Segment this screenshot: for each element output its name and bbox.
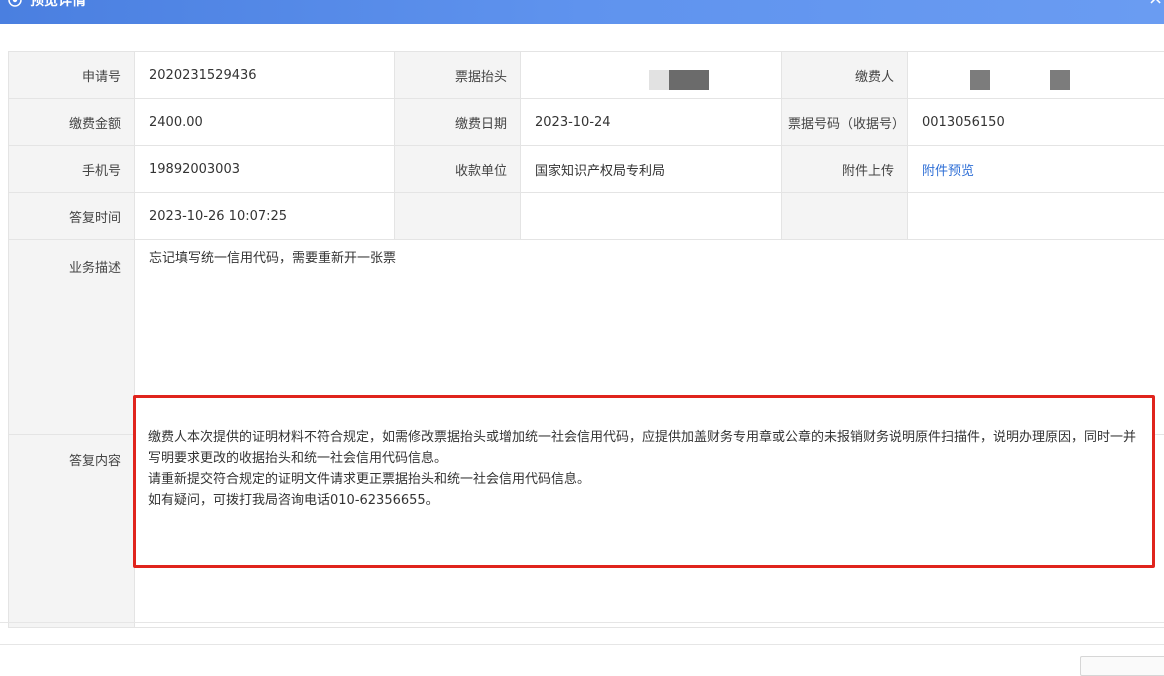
value-empty-1: [521, 193, 782, 240]
redacted-invoice-title: [649, 70, 709, 90]
redaction-block-payer-2: [1050, 70, 1070, 90]
value-receipt-no: 0013056150: [908, 99, 1164, 146]
value-invoice-title: [521, 52, 782, 99]
attachment-preview-link[interactable]: 附件预览: [922, 164, 974, 179]
form-row-payment: 缴费金额 2400.00 缴费日期 2023-10-24 票据号码（收据号） 0…: [9, 99, 1164, 146]
label-invoice-title: 票据抬头: [395, 52, 521, 99]
reply-line-1: 缴费人本次提供的证明材料不符合规定，如需修改票据抬头或增加统一社会信用代码，应提…: [148, 427, 1148, 469]
label-application-no: 申请号: [9, 52, 135, 99]
label-reply-content: 答复内容: [9, 435, 135, 628]
label-attachment: 附件上传: [782, 146, 908, 193]
dialog-title-bar: 预览详情 ×: [0, 0, 1164, 24]
label-receipt-no: 票据号码（收据号）: [782, 99, 908, 146]
value-phone: 19892003003: [135, 146, 395, 193]
value-payer: [908, 52, 1164, 99]
reply-content-text: 缴费人本次提供的证明材料不符合规定，如需修改票据抬头或增加统一社会信用代码，应提…: [148, 427, 1148, 511]
label-phone: 手机号: [9, 146, 135, 193]
form-row-application: 申请号 2020231529436 票据抬头 缴费人: [9, 52, 1164, 99]
label-reply-time: 答复时间: [9, 193, 135, 240]
redaction-block-light: [649, 70, 669, 90]
reply-line-2: 请重新提交符合规定的证明文件请求更正票据抬头和统一社会信用代码信息。: [148, 469, 1148, 490]
reply-line-3: 如有疑问，可拨打我局咨询电话010-62356655。: [148, 490, 1148, 511]
footer-divider: [0, 622, 1164, 623]
value-payee-unit: 国家知识产权局专利局: [521, 146, 782, 193]
label-payee-unit: 收款单位: [395, 146, 521, 193]
label-payment-date: 缴费日期: [395, 99, 521, 146]
reply-content-textarea[interactable]: 缴费人本次提供的证明材料不符合规定，如需修改票据抬头或增加统一社会信用代码，应提…: [133, 395, 1155, 568]
redaction-block-dark: [669, 70, 709, 90]
footer-button[interactable]: [1080, 656, 1164, 676]
close-icon[interactable]: ×: [1148, 0, 1162, 7]
dialog-top-padding: [0, 24, 1164, 50]
redaction-block-payer-1: [970, 70, 990, 90]
value-payment-date: 2023-10-24: [521, 99, 782, 146]
value-application-no: 2020231529436: [135, 52, 395, 99]
value-reply-time: 2023-10-26 10:07:25: [135, 193, 395, 240]
form-row-reply-time: 答复时间 2023-10-26 10:07:25: [9, 193, 1164, 240]
eye-icon: [8, 0, 22, 7]
label-empty-2: [782, 193, 908, 240]
attachment-preview-cell: 附件预览: [908, 146, 1164, 193]
label-payment-amount: 缴费金额: [9, 99, 135, 146]
label-business-description: 业务描述: [9, 240, 135, 435]
label-empty-1: [395, 193, 521, 240]
dialog-title: 预览详情: [30, 0, 86, 11]
value-payment-amount: 2400.00: [135, 99, 395, 146]
footer-divider-bottom: [0, 644, 1164, 645]
value-empty-2: [908, 193, 1164, 240]
label-payer: 缴费人: [782, 52, 908, 99]
form-row-contact: 手机号 19892003003 收款单位 国家知识产权局专利局 附件上传 附件预…: [9, 146, 1164, 193]
business-description-text: 忘记填写统一信用代码，需要重新开一张票: [149, 247, 396, 266]
